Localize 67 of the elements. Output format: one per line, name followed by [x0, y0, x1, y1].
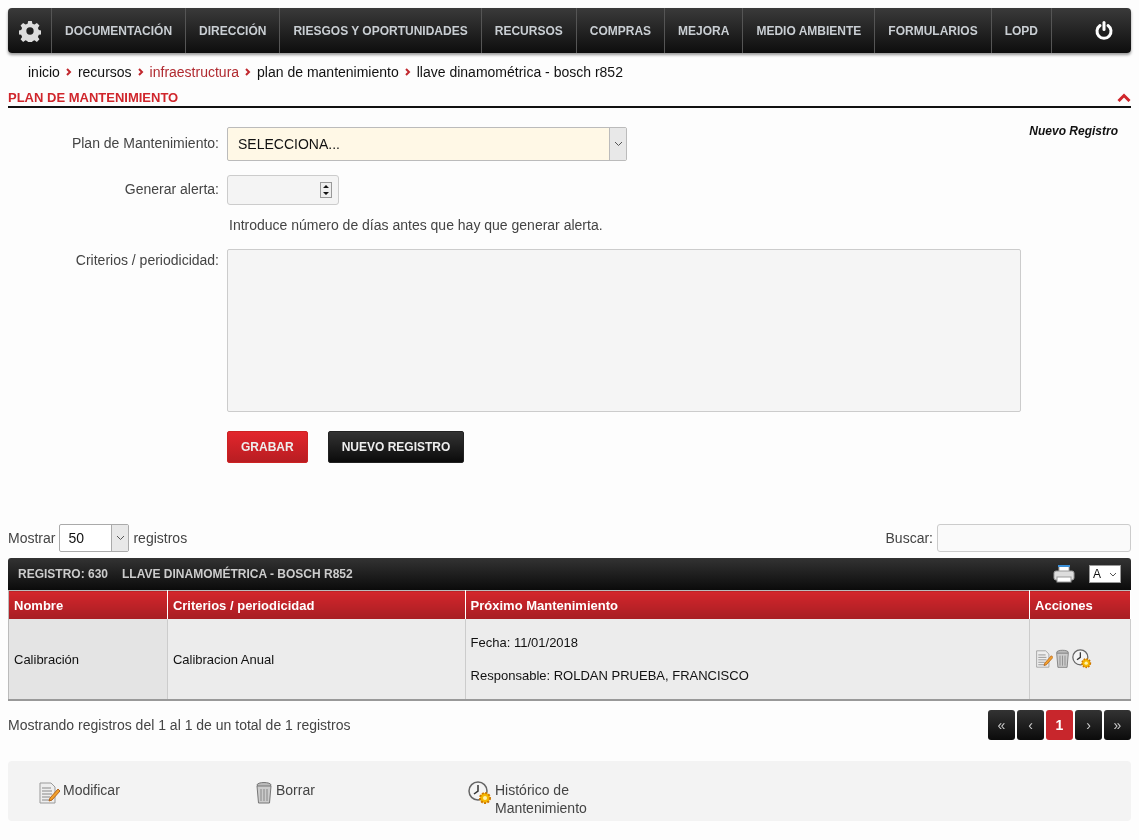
history-icon[interactable] — [1072, 649, 1092, 669]
chevron-icon — [404, 68, 411, 76]
clock-gear-icon — [468, 781, 492, 805]
column-header: Acciones — [1029, 590, 1131, 619]
page-size-select[interactable]: 50 — [59, 524, 130, 552]
maintenance-date: Fecha: 11/01/2018 — [470, 635, 580, 650]
pagination-button[interactable]: « — [988, 710, 1015, 740]
legend-label: Histórico de Mantenimiento — [495, 781, 588, 817]
nav-menu-item[interactable]: MEDIO AMBIENTE — [743, 8, 876, 53]
dropdown-caret-icon — [613, 141, 623, 147]
font-size-select[interactable]: A — [1089, 565, 1121, 583]
chevron-icon — [137, 68, 144, 76]
legend-label: Modificar — [63, 781, 120, 799]
dropdown-caret-icon — [1109, 571, 1117, 577]
nav-menu-item[interactable]: COMPRAS — [576, 8, 666, 53]
breadcrumb-item[interactable]: inicio — [28, 64, 60, 80]
field-hint: Introduce número de días antes que hay que generar alerta. — [229, 217, 604, 233]
column-header: Nombre — [8, 590, 168, 619]
nav-menu-item[interactable]: DIRECCIÓN — [186, 8, 281, 53]
breadcrumb-item[interactable]: llave dinamométrica - bosch r852 — [416, 64, 623, 80]
alert-days-field[interactable] — [227, 175, 339, 205]
collapse-chevron-icon[interactable] — [1117, 92, 1131, 102]
settings-icon[interactable] — [18, 19, 41, 42]
chevron-icon — [245, 68, 252, 76]
search-field[interactable] — [937, 524, 1131, 552]
show-label: Mostrar — [8, 530, 56, 546]
pagination-button[interactable]: 1 — [1046, 710, 1073, 740]
record-title: LLAVE DINAMOMÉTRICA - BOSCH R852 — [122, 567, 353, 581]
delete-icon[interactable] — [1055, 649, 1070, 669]
search-label: Buscar: — [885, 530, 933, 546]
nav-menu-item[interactable]: FORMULARIOS — [875, 8, 992, 53]
column-header: Próximo Mantenimiento — [465, 590, 1030, 619]
records-label: registros — [133, 530, 188, 546]
field-label: Plan de Mantenimiento: — [70, 134, 219, 151]
nav-menu-item[interactable]: MEJORA — [665, 8, 744, 53]
field-label: Generar alerta: — [123, 180, 219, 197]
chevron-icon — [65, 68, 72, 76]
nav-menu-item[interactable]: DOCUMENTACIÓN — [52, 8, 187, 53]
plan-select[interactable]: SELECCIONA... — [227, 127, 627, 161]
nav-menu-item[interactable]: RECURSOS — [481, 8, 577, 53]
pagination-button[interactable]: ‹ — [1017, 710, 1044, 740]
field-label: Criterios / periodicidad: — [74, 251, 219, 268]
edit-icon[interactable] — [1035, 649, 1053, 669]
document-pencil-icon — [38, 781, 60, 805]
section-title: PLAN DE MANTENIMIENTO — [8, 89, 179, 105]
nav-menu-item[interactable]: LOPD — [991, 8, 1052, 53]
spinner-icon[interactable] — [320, 182, 332, 198]
print-icon[interactable] — [1053, 565, 1075, 583]
pagination-button[interactable]: › — [1075, 710, 1102, 740]
legend-label: Borrar — [276, 781, 315, 799]
power-icon[interactable] — [1094, 20, 1114, 41]
table-info: Mostrando registros del 1 al 1 de un total de 1 registros — [8, 717, 351, 733]
table-cell: Calibracion Anual — [167, 619, 466, 700]
maintenance-responsible: Responsable: ROLDAN PRUEBA, FRANCISCO — [470, 668, 750, 683]
record-number: REGISTRO: 630 — [18, 567, 109, 581]
new-record-button[interactable]: NUEVO REGISTRO — [327, 431, 465, 463]
new-record-link[interactable]: Nuevo Registro — [1029, 124, 1118, 138]
breadcrumb-link[interactable]: infraestructura — [149, 64, 240, 80]
column-header: Criterios / periodicidad — [167, 590, 466, 619]
breadcrumb-item[interactable]: recursos — [77, 64, 132, 80]
trash-can-icon — [255, 781, 273, 805]
dropdown-caret-icon — [115, 535, 125, 541]
breadcrumb-item[interactable]: plan de mantenimiento — [257, 64, 399, 80]
table-cell: Calibración — [8, 619, 168, 700]
nav-menu-item[interactable]: RIESGOS Y OPORTUNIDADES — [280, 8, 482, 53]
pagination-button[interactable]: » — [1104, 710, 1131, 740]
save-button[interactable]: GRABAR — [227, 431, 308, 463]
